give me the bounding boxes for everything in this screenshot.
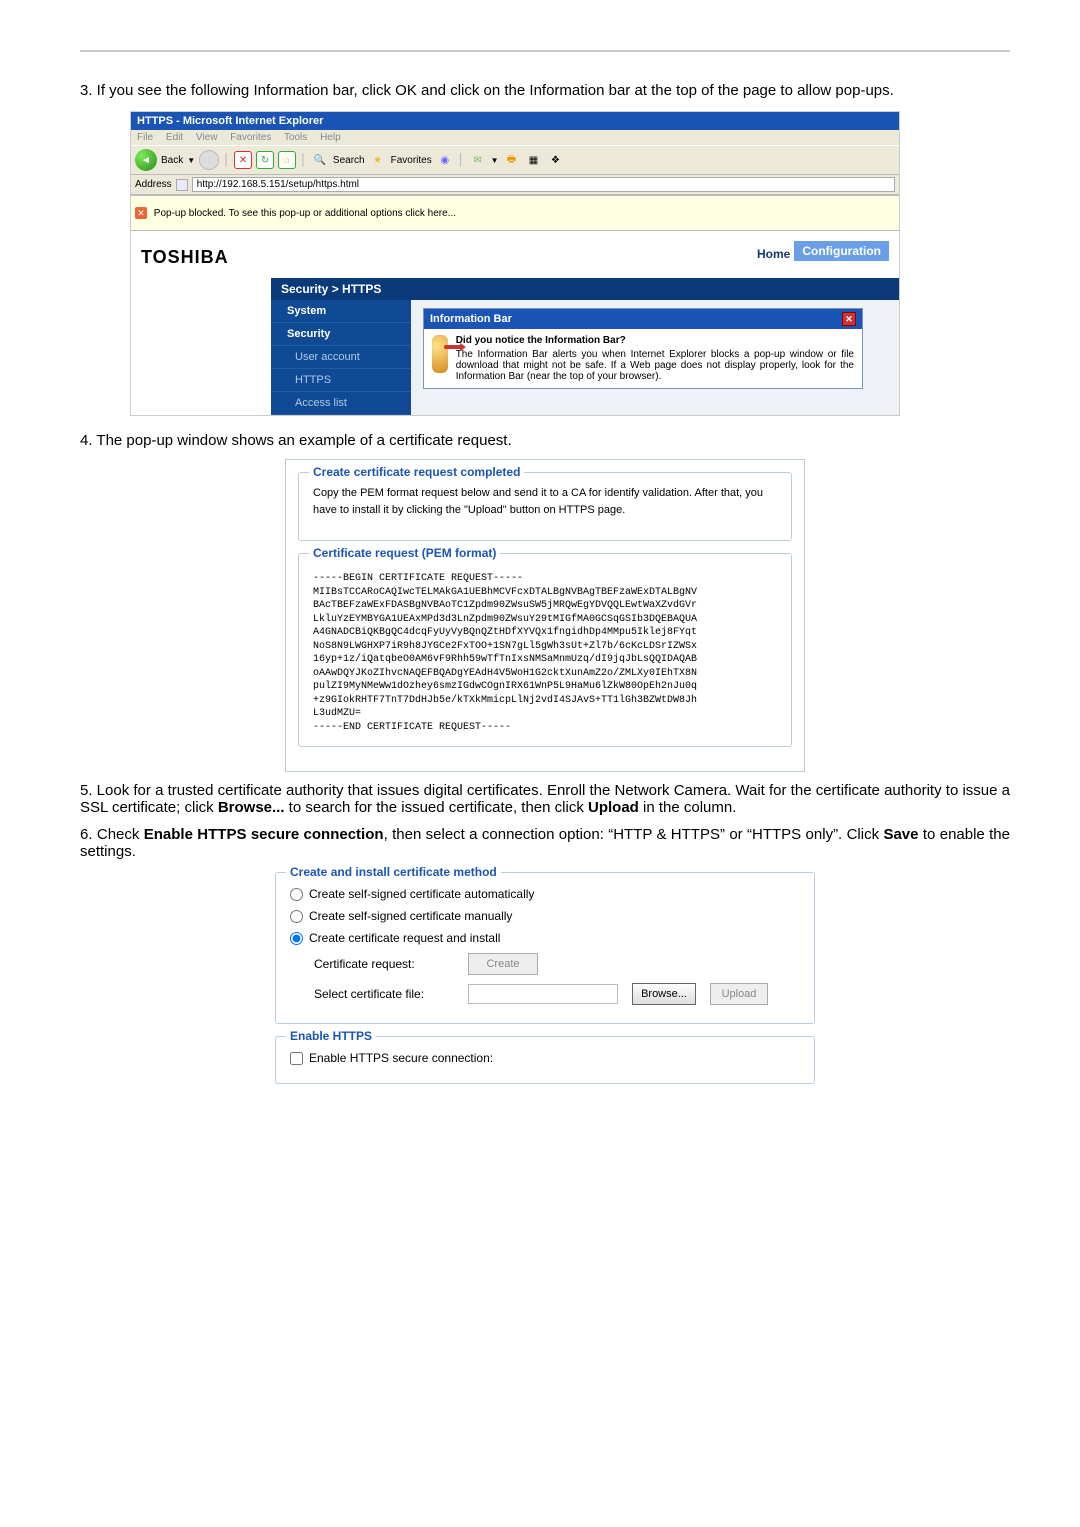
opt-manual[interactable]: Create self-signed certificate manually — [290, 909, 800, 923]
sidebar-item-user-account[interactable]: User account — [271, 346, 411, 369]
upload-button[interactable]: Upload — [710, 983, 768, 1005]
page-footer: 46 — [0, 1166, 1080, 1226]
ie-screenshot: HTTPS - Microsoft Internet Explorer File… — [130, 111, 900, 416]
information-bar-dialog: Information Bar ✕ Did you notice the Inf… — [423, 308, 863, 389]
url-field[interactable]: http://192.168.5.151/setup/https.html — [192, 177, 895, 192]
top-divider — [80, 50, 1010, 52]
methods-legend: Create and install certificate method — [286, 865, 501, 879]
mail-icon[interactable]: ✉ — [469, 151, 487, 169]
menu-view[interactable]: View — [196, 132, 218, 143]
cert-instructions: Copy the PEM format request below and se… — [313, 485, 777, 518]
step-3: 3. If you see the following Information … — [80, 82, 1010, 416]
dialog-question: Did you notice the Information Bar? — [456, 335, 854, 346]
menu-bar: File Edit View Favorites Tools Help — [131, 130, 899, 145]
dialog-text: Did you notice the Information Bar? The … — [456, 335, 854, 382]
enable-https-group: Enable HTTPS Enable HTTPS secure connect… — [275, 1036, 815, 1084]
information-bar[interactable]: ✕ Pop-up blocked. To see this pop-up or … — [131, 195, 899, 231]
favorites-icon[interactable]: ★ — [369, 151, 387, 169]
cert-pem-group: Certificate request (PEM format) -----BE… — [298, 553, 792, 747]
create-button[interactable]: Create — [468, 953, 538, 975]
tab-configuration[interactable]: Configuration — [794, 241, 889, 261]
step-5: 5. Look for a trusted certificate author… — [80, 782, 1010, 816]
certificate-request-panel: Create certificate request completed Cop… — [285, 459, 805, 772]
enable-https-label: Enable HTTPS secure connection: — [309, 1051, 493, 1065]
window-title: HTTPS - Microsoft Internet Explorer — [137, 115, 323, 127]
sidebar-item-access-list[interactable]: Access list — [271, 392, 411, 415]
search-icon[interactable]: 🔍 — [311, 151, 329, 169]
sidebar-item-https[interactable]: HTTPS — [271, 369, 411, 392]
edit-icon[interactable]: ▦ — [525, 151, 543, 169]
radio-auto[interactable] — [290, 888, 303, 901]
cert-legend-pem: Certificate request (PEM format) — [309, 546, 500, 560]
dialog-body-text: The Information Bar alerts you when Inte… — [456, 349, 854, 382]
address-bar: Address http://192.168.5.151/setup/https… — [131, 175, 899, 195]
select-file-input[interactable] — [468, 984, 618, 1004]
enable-https-legend: Enable HTTPS — [286, 1029, 376, 1043]
menu-tools[interactable]: Tools — [284, 132, 307, 143]
popup-blocked-icon: ✕ — [135, 207, 147, 219]
step-4: 4. The pop-up window shows an example of… — [80, 432, 1010, 772]
refresh-icon[interactable]: ↻ — [256, 151, 274, 169]
opt-auto[interactable]: Create self-signed certificate automatic… — [290, 887, 800, 901]
menu-file[interactable]: File — [137, 132, 153, 143]
window-titlebar: HTTPS - Microsoft Internet Explorer — [131, 112, 899, 130]
history-icon[interactable]: ◉ — [436, 151, 454, 169]
back-label[interactable]: Back — [161, 155, 183, 166]
forward-icon — [199, 150, 219, 170]
brand-logo: TOSHIBA — [131, 231, 271, 278]
opt-request-install-label: Create certificate request and install — [309, 931, 500, 945]
sidebar: System Security User account HTTPS Acces… — [271, 300, 411, 415]
radio-request-install[interactable] — [290, 932, 303, 945]
infobar-text: Pop-up blocked. To see this pop-up or ad… — [154, 208, 456, 219]
back-icon[interactable]: ◄ — [135, 149, 157, 171]
opt-request-install[interactable]: Create certificate request and install — [290, 931, 800, 945]
cert-request-completed-group: Create certificate request completed Cop… — [298, 472, 792, 541]
cert-request-label: Certificate request: — [314, 957, 454, 971]
close-icon[interactable]: ✕ — [842, 312, 856, 326]
enable-https-checkbox[interactable] — [290, 1052, 303, 1065]
step-6: 6. Check Enable HTTPS secure connection,… — [80, 826, 1010, 1084]
page-icon — [176, 179, 188, 191]
dialog-title: Information Bar — [430, 313, 512, 325]
opt-auto-label: Create self-signed certificate automatic… — [309, 887, 534, 901]
browse-button[interactable]: Browse... — [632, 983, 696, 1005]
sidebar-item-system[interactable]: System — [271, 300, 411, 323]
tab-home[interactable]: Home — [757, 247, 790, 261]
discuss-icon[interactable]: ❖ — [547, 151, 565, 169]
menu-edit[interactable]: Edit — [166, 132, 183, 143]
certificate-methods-panel: Create and install certificate method Cr… — [275, 872, 815, 1084]
radio-manual[interactable] — [290, 910, 303, 923]
opt-manual-label: Create self-signed certificate manually — [309, 909, 512, 923]
search-label[interactable]: Search — [333, 155, 365, 166]
print-icon[interactable]: 🖶 — [503, 151, 521, 169]
menu-favorites[interactable]: Favorites — [230, 132, 271, 143]
enable-https-option[interactable]: Enable HTTPS secure connection: — [290, 1051, 800, 1065]
favorites-label[interactable]: Favorites — [391, 155, 432, 166]
cert-legend-completed: Create certificate request completed — [309, 465, 524, 479]
home-icon[interactable]: ⌂ — [278, 151, 296, 169]
ie-toolbar: ◄ Back ▼ │ ✕ ↻ ⌂ │ 🔍 Search ★ Favorites … — [131, 145, 899, 175]
address-label: Address — [135, 179, 172, 190]
create-install-method-group: Create and install certificate method Cr… — [275, 872, 815, 1024]
select-file-label: Select certificate file: — [314, 987, 454, 1001]
stop-icon[interactable]: ✕ — [234, 151, 252, 169]
sidebar-item-security[interactable]: Security — [271, 323, 411, 346]
breadcrumb: Security > HTTPS — [271, 278, 899, 300]
pem-text[interactable]: -----BEGIN CERTIFICATE REQUEST----- MIIB… — [313, 566, 777, 734]
info-icon — [432, 335, 448, 373]
menu-help[interactable]: Help — [320, 132, 341, 143]
top-tabs: Home Configuration — [271, 231, 899, 261]
